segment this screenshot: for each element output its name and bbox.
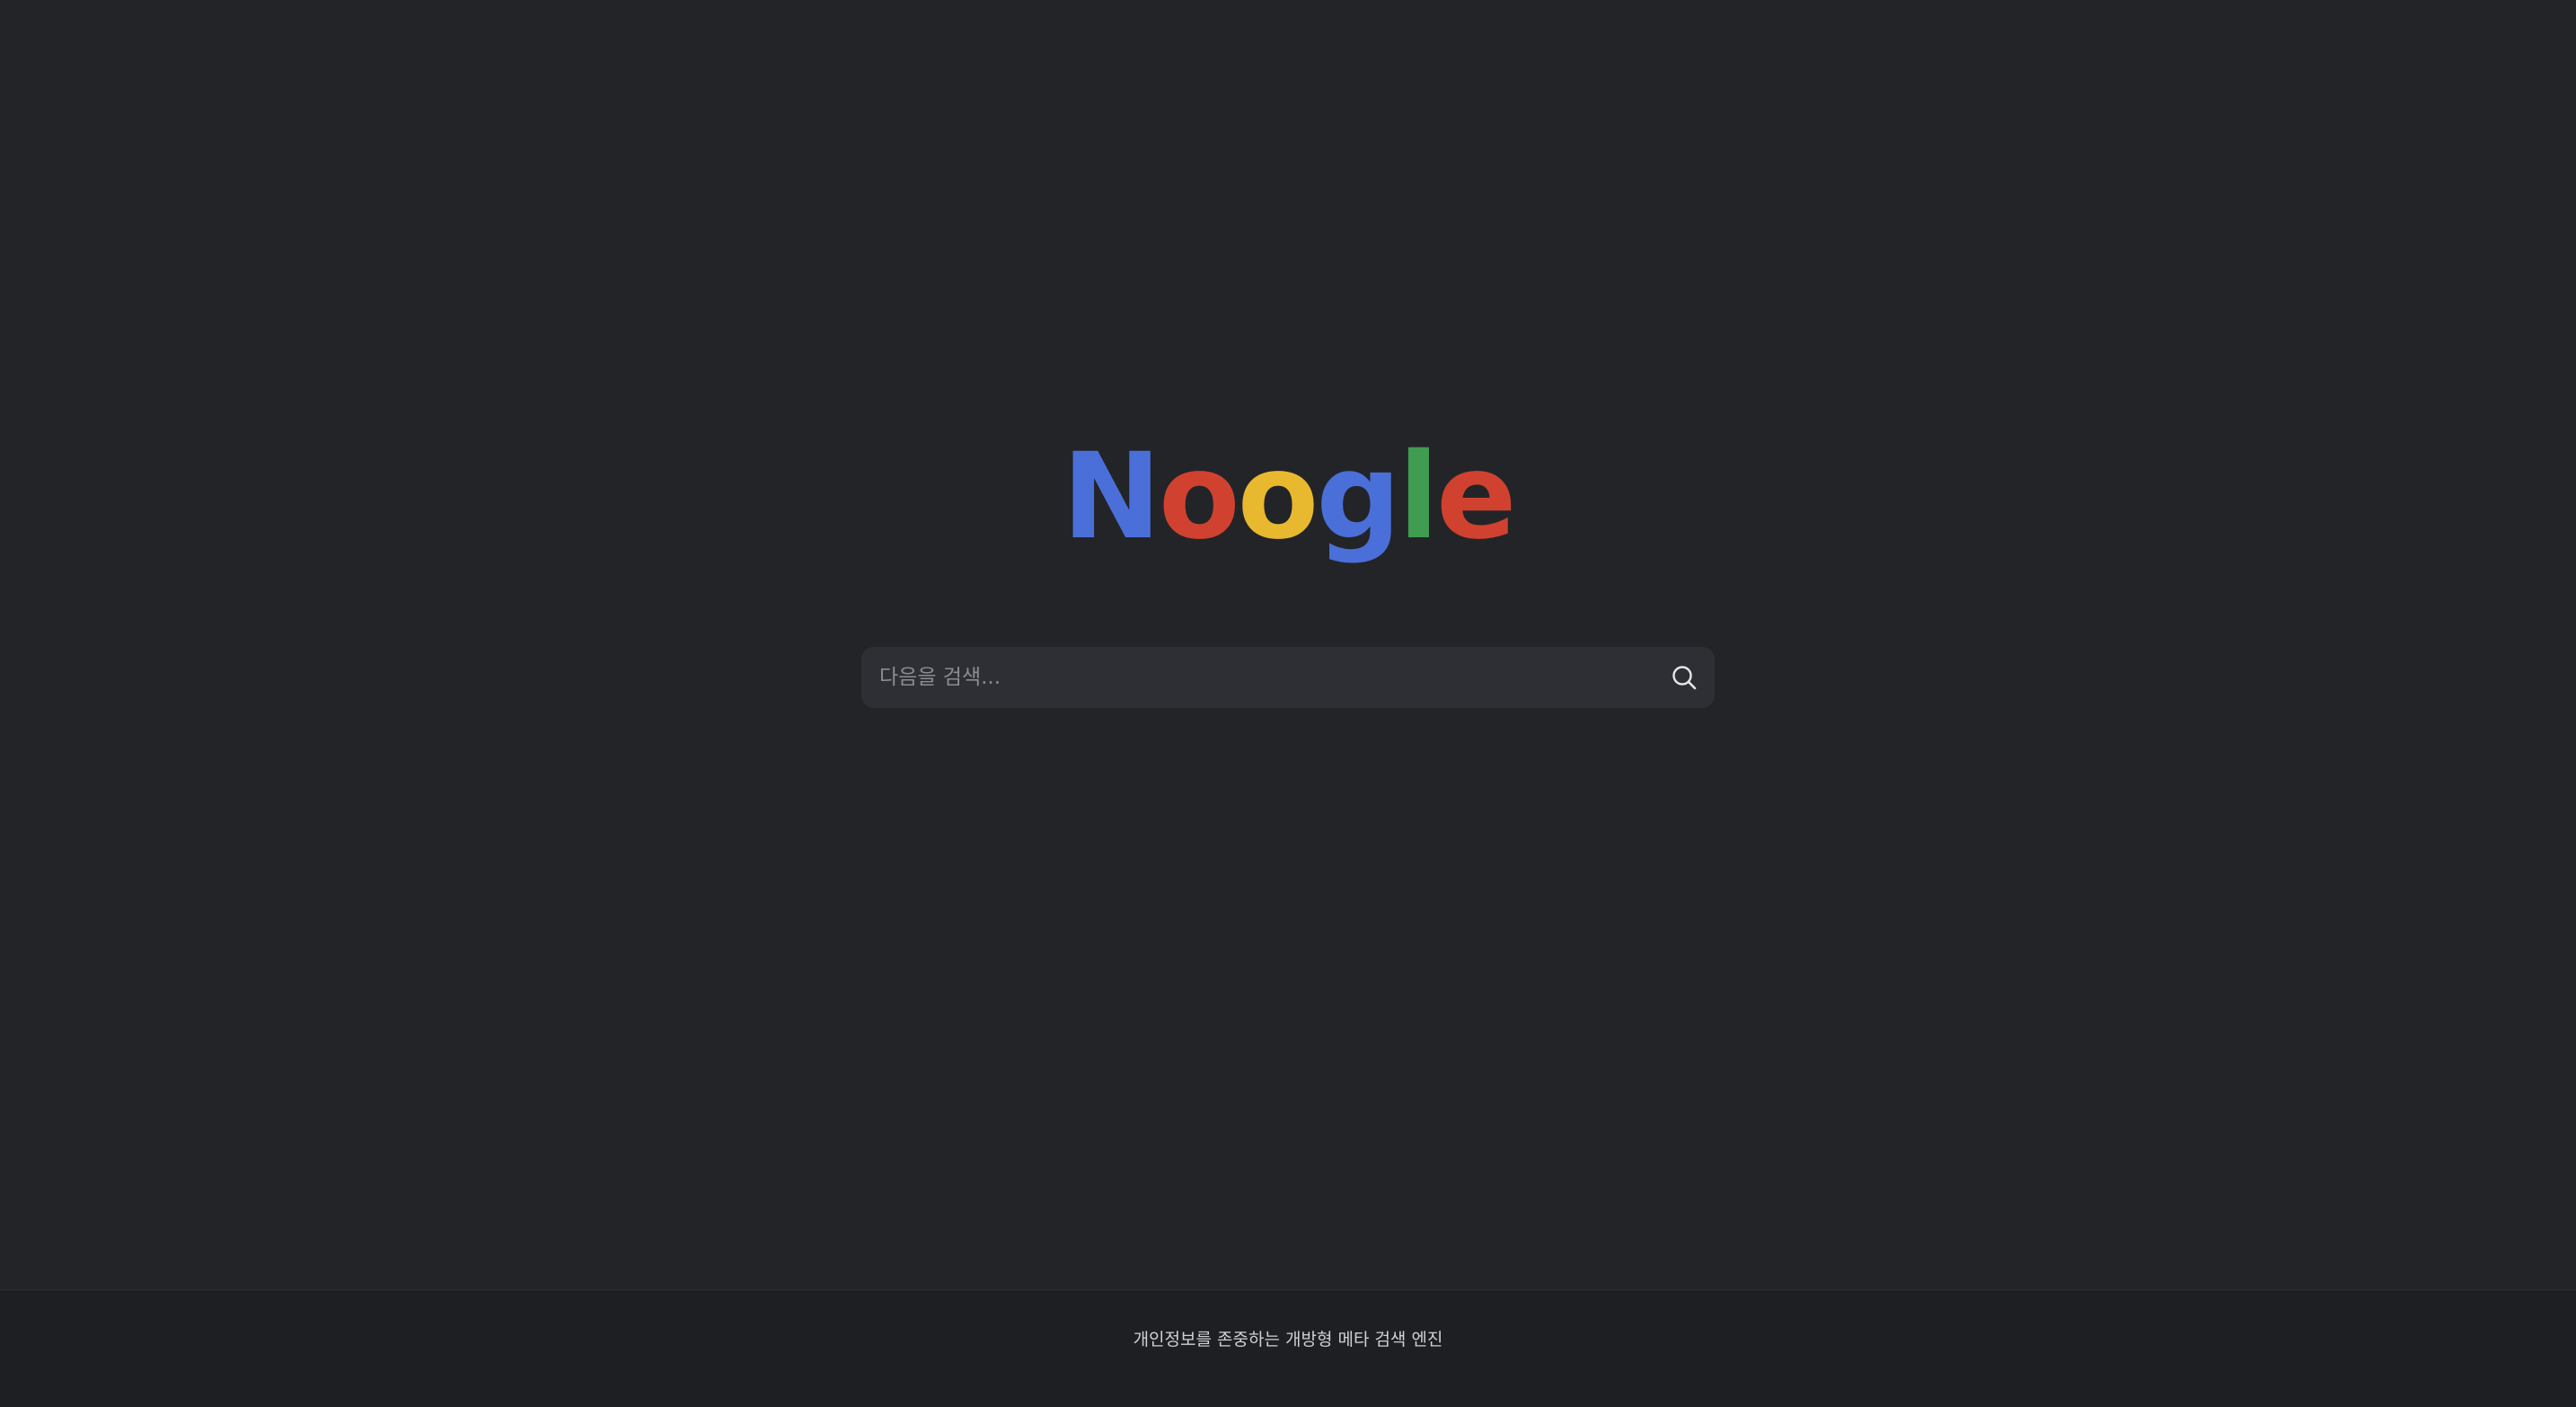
logo-letter-n: N <box>1062 428 1160 566</box>
search-button[interactable] <box>1664 658 1704 697</box>
footer-tagline: 개인정보를 존중하는 개방형 메타 검색 엔진 <box>1133 1330 1443 1349</box>
logo-letter-g: g <box>1316 428 1400 566</box>
logo: Noogle <box>0 429 2576 564</box>
home-page: Noogle 개인정보를 존중하는 개방형 메타 검색 엔진 <box>0 0 2576 1407</box>
search-input[interactable] <box>879 647 1616 708</box>
search-icon <box>1672 666 1697 690</box>
logo-letter-o2: o <box>1237 428 1319 566</box>
footer: 개인정보를 존중하는 개방형 메타 검색 엔진 <box>0 1289 2576 1407</box>
logo-letter-e: e <box>1436 428 1517 566</box>
logo-letter-o1: o <box>1158 428 1240 566</box>
logo-letter-l: l <box>1398 428 1439 566</box>
search-box <box>861 647 1715 708</box>
